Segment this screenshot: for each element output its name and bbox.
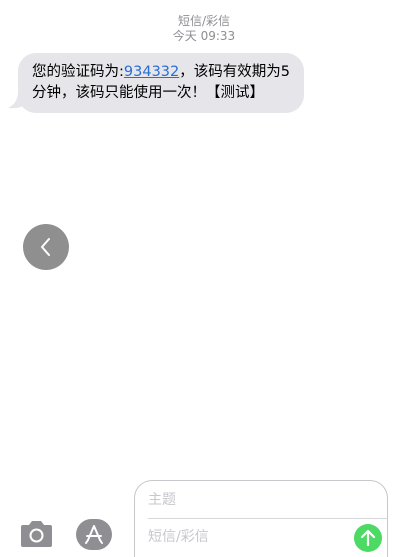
incoming-message-bubble[interactable]: 您的验证码为:934332，该码有效期为5分钟，该码只能使用一次！【测试】 (18, 53, 304, 113)
message-type-label: 短信/彩信 (177, 14, 231, 28)
message-input[interactable]: 短信/彩信 (148, 526, 348, 548)
send-button[interactable] (354, 524, 382, 552)
app-store-button[interactable] (75, 518, 113, 551)
thread-header: 短信/彩信 今天 09:33 (0, 14, 408, 44)
compose-divider (148, 518, 387, 519)
messages-screen: 短信/彩信 今天 09:33 您的验证码为:934332，该码有效期为5分钟，该… (0, 0, 408, 557)
subject-input[interactable]: 主题 (148, 489, 368, 511)
back-button[interactable] (23, 224, 69, 270)
app-store-icon (76, 519, 112, 550)
chevron-left-icon (41, 238, 50, 256)
arrow-up-icon (360, 529, 376, 547)
camera-icon (21, 521, 52, 547)
compose-box: 主题 短信/彩信 (134, 480, 388, 557)
verification-code-link[interactable]: 934332 (124, 64, 179, 80)
message-text-before: 您的验证码为: (32, 64, 124, 80)
message-timestamp: 今天 09:33 (172, 29, 236, 43)
camera-button[interactable] (18, 519, 55, 549)
